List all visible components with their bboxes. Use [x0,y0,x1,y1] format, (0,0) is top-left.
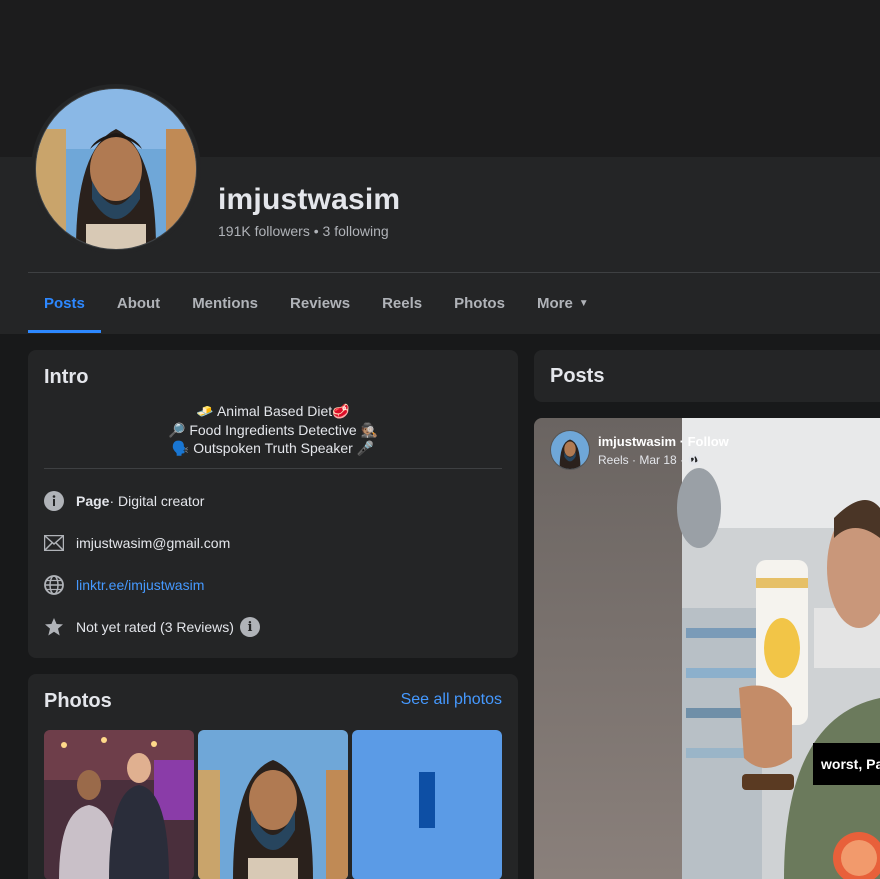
bio-line: 🗣️ Outspoken Truth Speaker 🎤 [171,440,375,456]
page-label: Page [76,493,110,509]
photos-title: Photos [44,690,112,712]
photo-image [198,730,348,879]
page-category-row: Page · Digital creator [44,489,204,513]
email-text[interactable]: imjustwasim@gmail.com [76,535,230,551]
tab-more[interactable]: More ▼ [521,273,605,333]
tab-reels[interactable]: Reels [366,273,438,333]
profile-name: imjustwasim [218,183,401,216]
tab-photos[interactable]: Photos [438,273,521,333]
profile-stats: 191K followers • 3 following [218,223,389,239]
tab-posts[interactable]: Posts [28,273,101,333]
website-link[interactable]: linktr.ee/imjustwasim [76,577,204,593]
intro-card: Intro 🧈 Animal Based Diet🥩 🔎 Food Ingred… [28,350,518,658]
rating-text: Not yet rated (3 Reviews) [76,619,234,635]
photos-card: Photos See all photos [28,674,518,879]
post-author-name[interactable]: imjustwasim [598,434,676,449]
tab-more-label: More [536,294,573,312]
post-author-block: imjustwasim · Follow Reels · Mar 18 · [598,434,729,467]
intro-bio: 🧈 Animal Based Diet🥩 🔎 Food Ingredients … [44,402,502,458]
page-category: · Digital creator [109,493,205,509]
profile-tabs: Posts About Mentions Reviews Reels Photo… [28,273,605,333]
posts-title: Posts [550,365,605,387]
following-count[interactable]: 3 following [323,223,389,239]
photo-thumbnail[interactable] [44,730,194,879]
profile-avatar[interactable] [31,84,201,254]
website-row: linktr.ee/imjustwasim [44,573,204,597]
bio-line: 🔎 Food Ingredients Detective 🕵🏽 [168,421,378,438]
tab-mentions[interactable]: Mentions [176,273,274,333]
rating-info-icon[interactable]: i [239,617,260,637]
photo-thumbnail[interactable] [198,730,348,879]
intro-title: Intro [44,366,89,388]
reel-video[interactable] [534,418,880,879]
bio-line: 🧈 Animal Based Diet🥩 [196,403,350,419]
photo-thumbnail[interactable] [352,730,502,879]
post-author-avatar[interactable] [550,430,590,470]
profile-avatar-image [35,88,197,250]
tab-reviews[interactable]: Reviews [274,273,366,333]
post-card: imjustwasim · Follow Reels · Mar 18 · wo… [534,418,880,879]
envelope-icon [44,533,64,553]
star-icon [44,617,64,637]
tab-about[interactable]: About [101,273,176,333]
email-row: imjustwasim@gmail.com [44,531,230,555]
profile-avatar-illustration [36,89,196,249]
intro-divider [44,468,502,469]
rating-row: Not yet rated (3 Reviews) i [44,615,260,639]
post-author-line: imjustwasim · Follow [598,434,729,449]
info-icon [44,491,64,511]
photo-image [352,730,502,879]
post-meta: Reels · Mar 18 · [598,453,729,467]
post-header: imjustwasim · Follow Reels · Mar 18 · [550,430,729,470]
globe-icon [44,575,64,595]
photo-image [44,730,194,879]
follow-link[interactable]: · Follow [676,434,729,449]
stats-separator: • [309,223,323,239]
public-globe-icon [688,454,700,466]
followers-count[interactable]: 191K followers [218,223,310,239]
posts-header-card: Posts [534,350,880,402]
reel-caption: worst, Pa [813,743,880,785]
post-meta-text: Reels · Mar 18 · [598,452,685,467]
see-all-photos-link[interactable]: See all photos [401,691,502,709]
reel-thumbnail [534,418,880,879]
caret-down-icon: ▼ [578,297,589,309]
post-author-avatar-image [551,431,589,469]
